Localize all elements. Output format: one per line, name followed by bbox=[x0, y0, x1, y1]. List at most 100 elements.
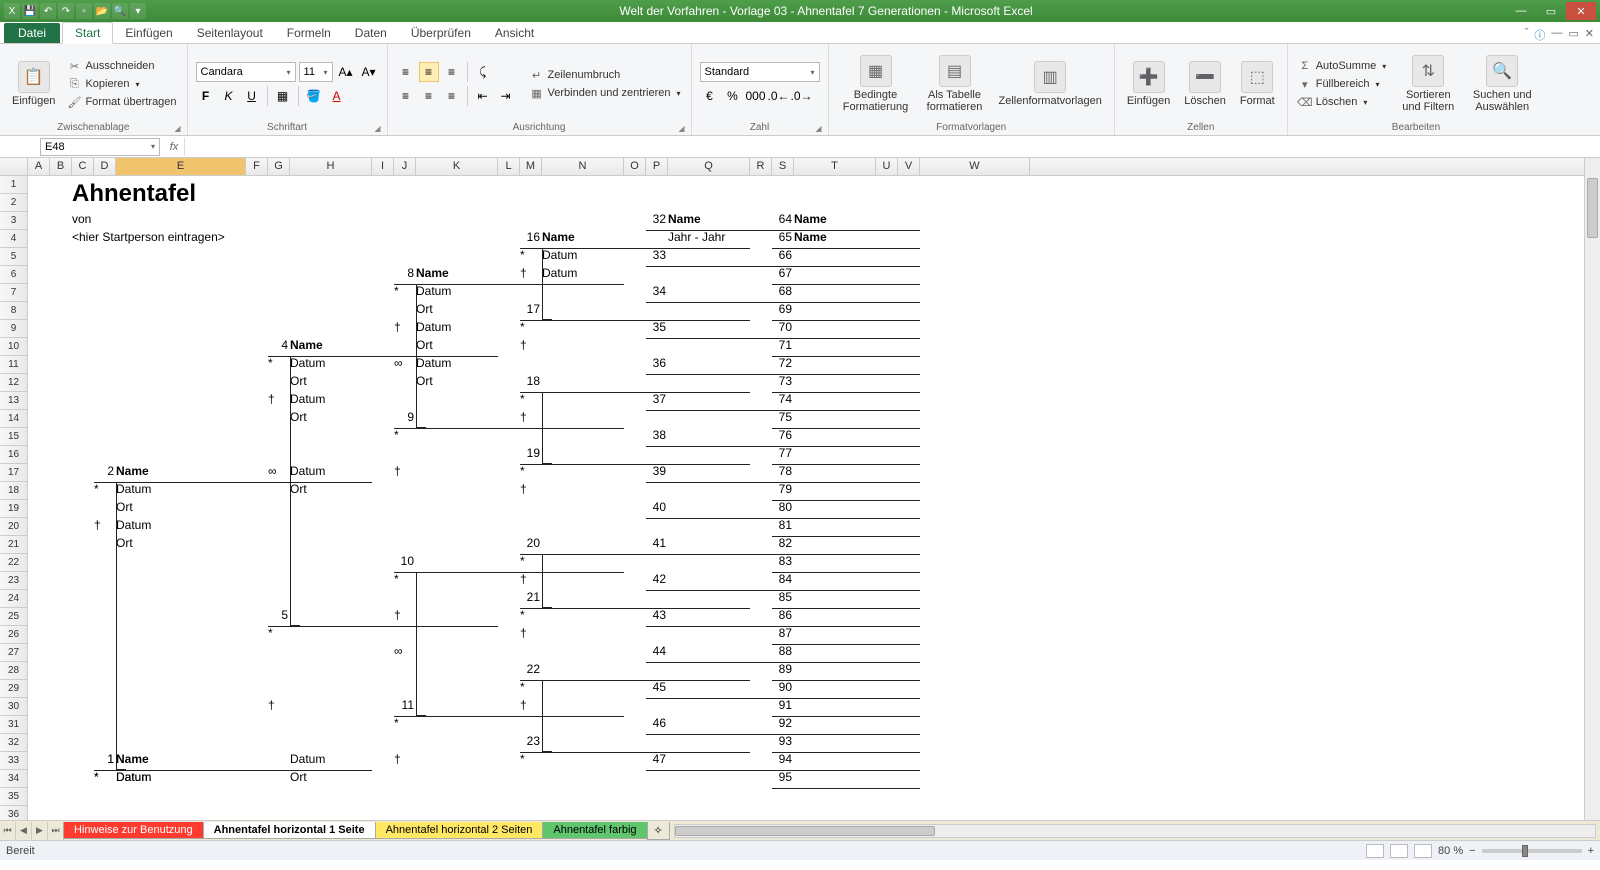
cell-P9[interactable]: 35 bbox=[646, 320, 666, 334]
cell-M10[interactable]: † bbox=[520, 338, 527, 352]
cell-S3[interactable]: 64 bbox=[772, 212, 792, 226]
cell-H17[interactable]: Datum bbox=[290, 464, 325, 478]
zoom-handle[interactable] bbox=[1522, 845, 1528, 857]
format-cells-button[interactable]: ⬚Format bbox=[1236, 59, 1279, 109]
col-header-S[interactable]: S bbox=[772, 158, 794, 175]
thousands-icon[interactable]: 000 bbox=[746, 86, 766, 106]
cell-H10[interactable]: Name bbox=[290, 338, 323, 352]
col-header-V[interactable]: V bbox=[898, 158, 920, 175]
cell-S8[interactable]: 69 bbox=[772, 302, 792, 316]
cell-S14[interactable]: 75 bbox=[772, 410, 792, 424]
row-header-13[interactable]: 13 bbox=[0, 392, 27, 410]
fill-button[interactable]: ▾Füllbereich▾ bbox=[1296, 76, 1389, 92]
row-header-8[interactable]: 8 bbox=[0, 302, 27, 320]
cell-D33[interactable]: 1 bbox=[94, 752, 114, 766]
cell-K6[interactable]: Name bbox=[416, 266, 449, 280]
tab-insert[interactable]: Einfügen bbox=[113, 23, 184, 43]
underline-icon[interactable]: U bbox=[242, 86, 262, 106]
copy-button[interactable]: ⎘Kopieren▾ bbox=[65, 76, 178, 92]
cell-M21[interactable]: 20 bbox=[520, 536, 540, 550]
paste-button[interactable]: 📋 Einfügen bbox=[8, 59, 59, 109]
cell-S4[interactable]: 65 bbox=[772, 230, 792, 244]
row-header-2[interactable]: 2 bbox=[0, 194, 27, 212]
cell-J31[interactable]: * bbox=[394, 716, 399, 730]
cell-J7[interactable]: * bbox=[394, 284, 399, 298]
cell-S24[interactable]: 85 bbox=[772, 590, 792, 604]
cell-S19[interactable]: 80 bbox=[772, 500, 792, 514]
col-header-L[interactable]: L bbox=[498, 158, 520, 175]
cell-P29[interactable]: 45 bbox=[646, 680, 666, 694]
indent-decrease-icon[interactable]: ⇤ bbox=[473, 86, 493, 106]
dialog-launcher-icon[interactable]: ◢ bbox=[815, 124, 821, 133]
tab-formulas[interactable]: Formeln bbox=[275, 23, 343, 43]
cell-S23[interactable]: 84 bbox=[772, 572, 792, 586]
col-header-F[interactable]: F bbox=[246, 158, 268, 175]
cell-S27[interactable]: 88 bbox=[772, 644, 792, 658]
tab-pagelayout[interactable]: Seitenlayout bbox=[185, 23, 275, 43]
row-header-5[interactable]: 5 bbox=[0, 248, 27, 266]
sheet-tab-farbig[interactable]: Ahnentafel farbig bbox=[542, 822, 647, 839]
percent-icon[interactable]: % bbox=[723, 86, 743, 106]
italic-icon[interactable]: K bbox=[219, 86, 239, 106]
cell-P25[interactable]: 43 bbox=[646, 608, 666, 622]
excel-icon[interactable]: X bbox=[4, 3, 20, 19]
cell-E17[interactable]: Name bbox=[116, 464, 149, 478]
minimize-ribbon-icon[interactable]: ˇ bbox=[1525, 27, 1529, 43]
autosum-button[interactable]: ΣAutoSumme▾ bbox=[1296, 58, 1389, 74]
cell-S34[interactable]: 95 bbox=[772, 770, 792, 784]
tab-data[interactable]: Daten bbox=[343, 23, 399, 43]
cell-H34[interactable]: Ort bbox=[290, 770, 307, 784]
cell-S17[interactable]: 78 bbox=[772, 464, 792, 478]
cell-S29[interactable]: 90 bbox=[772, 680, 792, 694]
cell-G30[interactable]: † bbox=[268, 698, 275, 712]
tab-start[interactable]: Start bbox=[62, 22, 113, 44]
row-header-30[interactable]: 30 bbox=[0, 698, 27, 716]
formula-input[interactable] bbox=[184, 138, 1600, 156]
number-format-combo[interactable]: Standard▾ bbox=[700, 62, 820, 82]
cell-P31[interactable]: 46 bbox=[646, 716, 666, 730]
save-icon[interactable]: 💾 bbox=[22, 3, 38, 19]
cell-P13[interactable]: 37 bbox=[646, 392, 666, 406]
decrease-decimal-icon[interactable]: .0→ bbox=[792, 86, 812, 106]
row-header-1[interactable]: 1 bbox=[0, 176, 27, 194]
sheet-tab-hinweise[interactable]: Hinweise zur Benutzung bbox=[63, 822, 204, 839]
font-color-icon[interactable]: A bbox=[327, 86, 347, 106]
cell-J15[interactable]: * bbox=[394, 428, 399, 442]
cell-M5[interactable]: * bbox=[520, 248, 525, 262]
row-header-15[interactable]: 15 bbox=[0, 428, 27, 446]
fx-icon[interactable]: fx bbox=[164, 141, 184, 153]
zoom-out-icon[interactable]: − bbox=[1469, 845, 1475, 857]
horizontal-scrollbar[interactable] bbox=[674, 824, 1596, 838]
fill-color-icon[interactable]: 🪣 bbox=[304, 86, 324, 106]
cell-S30[interactable]: 91 bbox=[772, 698, 792, 712]
open-icon[interactable]: 📂 bbox=[94, 3, 110, 19]
row-header-11[interactable]: 11 bbox=[0, 356, 27, 374]
cell-J14[interactable]: 9 bbox=[394, 410, 414, 424]
format-as-table-button[interactable]: ▤Als Tabelle formatieren bbox=[921, 53, 989, 115]
cell-G10[interactable]: 4 bbox=[268, 338, 288, 352]
undo-icon[interactable]: ↶ bbox=[40, 3, 56, 19]
cell-M14[interactable]: † bbox=[520, 410, 527, 424]
select-all-corner[interactable] bbox=[0, 158, 28, 175]
row-header-3[interactable]: 3 bbox=[0, 212, 27, 230]
row-header-10[interactable]: 10 bbox=[0, 338, 27, 356]
row-header-7[interactable]: 7 bbox=[0, 284, 27, 302]
indent-increase-icon[interactable]: ⇥ bbox=[496, 86, 516, 106]
cell-S13[interactable]: 74 bbox=[772, 392, 792, 406]
zoom-slider[interactable] bbox=[1482, 849, 1582, 853]
row-header-31[interactable]: 31 bbox=[0, 716, 27, 734]
cell-S25[interactable]: 86 bbox=[772, 608, 792, 622]
window-restore-icon[interactable]: ▭ bbox=[1568, 27, 1578, 43]
col-header-T[interactable]: T bbox=[794, 158, 876, 175]
cell-P21[interactable]: 41 bbox=[646, 536, 666, 550]
row-header-33[interactable]: 33 bbox=[0, 752, 27, 770]
cell-S22[interactable]: 83 bbox=[772, 554, 792, 568]
col-header-B[interactable]: B bbox=[50, 158, 72, 175]
cell-J33[interactable]: † bbox=[394, 752, 401, 766]
cell-M33[interactable]: * bbox=[520, 752, 525, 766]
print-preview-icon[interactable]: 🔍 bbox=[112, 3, 128, 19]
row-header-24[interactable]: 24 bbox=[0, 590, 27, 608]
cell-G17[interactable]: ∞ bbox=[268, 464, 277, 478]
cell-E33[interactable]: Name bbox=[116, 752, 149, 766]
clear-button[interactable]: ⌫Löschen▾ bbox=[1296, 94, 1389, 110]
